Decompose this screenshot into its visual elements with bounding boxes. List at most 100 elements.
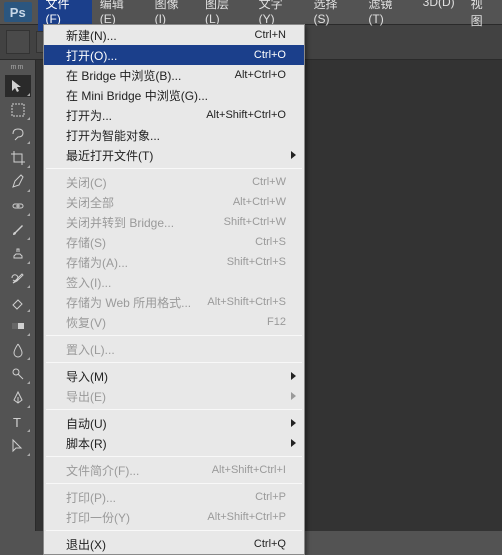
menu-item[interactable]: 打开为...Alt+Shift+Ctrl+O	[44, 105, 304, 125]
menu-item-label: 导出(E)	[66, 388, 286, 405]
dodge-tool[interactable]	[5, 363, 31, 385]
menu-item-label: 打印一份(Y)	[66, 509, 207, 526]
menu-item-shortcut: Ctrl+N	[255, 29, 286, 41]
submenu-arrow-icon	[291, 151, 296, 159]
eyedropper-tool[interactable]	[5, 171, 31, 193]
menu-item[interactable]: 打开为智能对象...	[44, 125, 304, 145]
type-tool[interactable]: T	[5, 411, 31, 433]
pen-tool[interactable]	[5, 387, 31, 409]
menu-item-label: 退出(X)	[66, 536, 254, 553]
menu-item-shortcut: Alt+Shift+Ctrl+P	[207, 511, 286, 523]
menu-item-shortcut: F12	[267, 316, 286, 328]
menu-item[interactable]: 新建(N)...Ctrl+N	[44, 25, 304, 45]
menubar-item-8[interactable]: 视图	[463, 0, 502, 32]
menu-separator	[46, 409, 302, 410]
menu-item-label: 在 Mini Bridge 中浏览(G)...	[66, 87, 286, 104]
menu-item[interactable]: 自动(U)	[44, 413, 304, 433]
menu-item[interactable]: 打开(O)...Ctrl+O	[44, 45, 304, 65]
submenu-arrow-icon	[291, 439, 296, 447]
menu-separator	[46, 483, 302, 484]
menu-item-label: 脚本(R)	[66, 435, 286, 452]
clone-stamp-tool[interactable]	[5, 243, 31, 265]
menu-item-shortcut: Ctrl+O	[254, 49, 286, 61]
menu-item[interactable]: 退出(X)Ctrl+Q	[44, 534, 304, 554]
menu-item[interactable]: 脚本(R)	[44, 433, 304, 453]
menu-item-label: 最近打开文件(T)	[66, 147, 286, 164]
menu-item-label: 打开为智能对象...	[66, 127, 286, 144]
menu-item: 导出(E)	[44, 386, 304, 406]
menu-item-label: 签入(I)...	[66, 274, 286, 291]
menu-item[interactable]: 在 Bridge 中浏览(B)...Alt+Ctrl+O	[44, 65, 304, 85]
menu-item-label: 存储(S)	[66, 234, 255, 251]
menu-item-label: 在 Bridge 中浏览(B)...	[66, 67, 235, 84]
move-tool[interactable]	[5, 75, 31, 97]
menu-item: 存储为(A)...Shift+Ctrl+S	[44, 252, 304, 272]
history-brush-tool[interactable]	[5, 267, 31, 289]
menu-separator	[46, 335, 302, 336]
menu-item: 关闭全部Alt+Ctrl+W	[44, 192, 304, 212]
menu-item-shortcut: Alt+Shift+Ctrl+O	[206, 109, 286, 121]
menu-item-label: 存储为(A)...	[66, 254, 227, 271]
menu-item: 存储为 Web 所用格式...Alt+Shift+Ctrl+S	[44, 292, 304, 312]
submenu-arrow-icon	[291, 372, 296, 380]
menu-item: 置入(L)...	[44, 339, 304, 359]
app-logo: Ps	[4, 2, 32, 22]
crop-tool[interactable]	[5, 147, 31, 169]
menu-item-shortcut: Ctrl+Q	[254, 538, 286, 550]
menu-separator	[46, 362, 302, 363]
menu-item-shortcut: Ctrl+S	[255, 236, 286, 248]
healing-brush-tool[interactable]	[5, 195, 31, 217]
menu-item: 打印一份(Y)Alt+Shift+Ctrl+P	[44, 507, 304, 527]
menu-item: 恢复(V)F12	[44, 312, 304, 332]
menu-bar: Ps 文件(F)编辑(E)图像(I)图层(L)文字(Y)选择(S)滤镜(T)3D…	[0, 0, 502, 24]
menu-separator	[46, 168, 302, 169]
menu-item-shortcut: Shift+Ctrl+W	[224, 216, 286, 228]
brush-tool[interactable]	[5, 219, 31, 241]
menu-item-shortcut: Alt+Shift+Ctrl+S	[207, 296, 286, 308]
path-selection-tool[interactable]	[5, 435, 31, 457]
menu-item-label: 恢复(V)	[66, 314, 267, 331]
file-menu-dropdown: 新建(N)...Ctrl+N打开(O)...Ctrl+O在 Bridge 中浏览…	[43, 24, 305, 555]
tools-panel: mm T	[0, 60, 36, 531]
eraser-tool[interactable]	[5, 291, 31, 313]
menu-item: 签入(I)...	[44, 272, 304, 292]
menu-item-label: 文件简介(F)...	[66, 462, 212, 479]
menu-item-shortcut: Alt+Shift+Ctrl+I	[212, 464, 286, 476]
marquee-tool[interactable]	[5, 99, 31, 121]
menu-item-label: 自动(U)	[66, 415, 286, 432]
menu-item-shortcut: Alt+Ctrl+O	[235, 69, 286, 81]
menu-item-shortcut: Shift+Ctrl+S	[227, 256, 286, 268]
menu-item: 文件简介(F)...Alt+Shift+Ctrl+I	[44, 460, 304, 480]
menu-item-label: 新建(N)...	[66, 27, 255, 44]
menubar-item-6[interactable]: 滤镜(T)	[360, 0, 414, 32]
menu-item-label: 存储为 Web 所用格式...	[66, 294, 207, 311]
menu-item-label: 打印(P)...	[66, 489, 255, 506]
menu-item-label: 关闭并转到 Bridge...	[66, 214, 224, 231]
menubar-item-7[interactable]: 3D(D)	[415, 0, 463, 32]
tool-preset-slot[interactable]	[6, 30, 30, 54]
menu-item-shortcut: Alt+Ctrl+W	[233, 196, 286, 208]
gradient-tool[interactable]	[5, 315, 31, 337]
svg-text:T: T	[13, 415, 21, 430]
submenu-arrow-icon	[291, 392, 296, 400]
menu-item: 关闭并转到 Bridge...Shift+Ctrl+W	[44, 212, 304, 232]
menu-item-shortcut: Ctrl+W	[252, 176, 286, 188]
menu-item-label: 导入(M)	[66, 368, 286, 385]
menu-separator	[46, 456, 302, 457]
menu-item: 关闭(C)Ctrl+W	[44, 172, 304, 192]
menu-item-label: 关闭全部	[66, 194, 233, 211]
blur-tool[interactable]	[5, 339, 31, 361]
menu-item-label: 关闭(C)	[66, 174, 252, 191]
menu-item[interactable]: 导入(M)	[44, 366, 304, 386]
menu-item[interactable]: 在 Mini Bridge 中浏览(G)...	[44, 85, 304, 105]
menu-item[interactable]: 最近打开文件(T)	[44, 145, 304, 165]
lasso-tool[interactable]	[5, 123, 31, 145]
submenu-arrow-icon	[291, 419, 296, 427]
menu-item-label: 置入(L)...	[66, 341, 286, 358]
menu-item: 打印(P)...Ctrl+P	[44, 487, 304, 507]
menu-item-label: 打开为...	[66, 107, 206, 124]
menubar-item-5[interactable]: 选择(S)	[306, 0, 361, 32]
menu-item-label: 打开(O)...	[66, 47, 254, 64]
menu-item: 存储(S)Ctrl+S	[44, 232, 304, 252]
menu-item-shortcut: Ctrl+P	[255, 491, 286, 503]
